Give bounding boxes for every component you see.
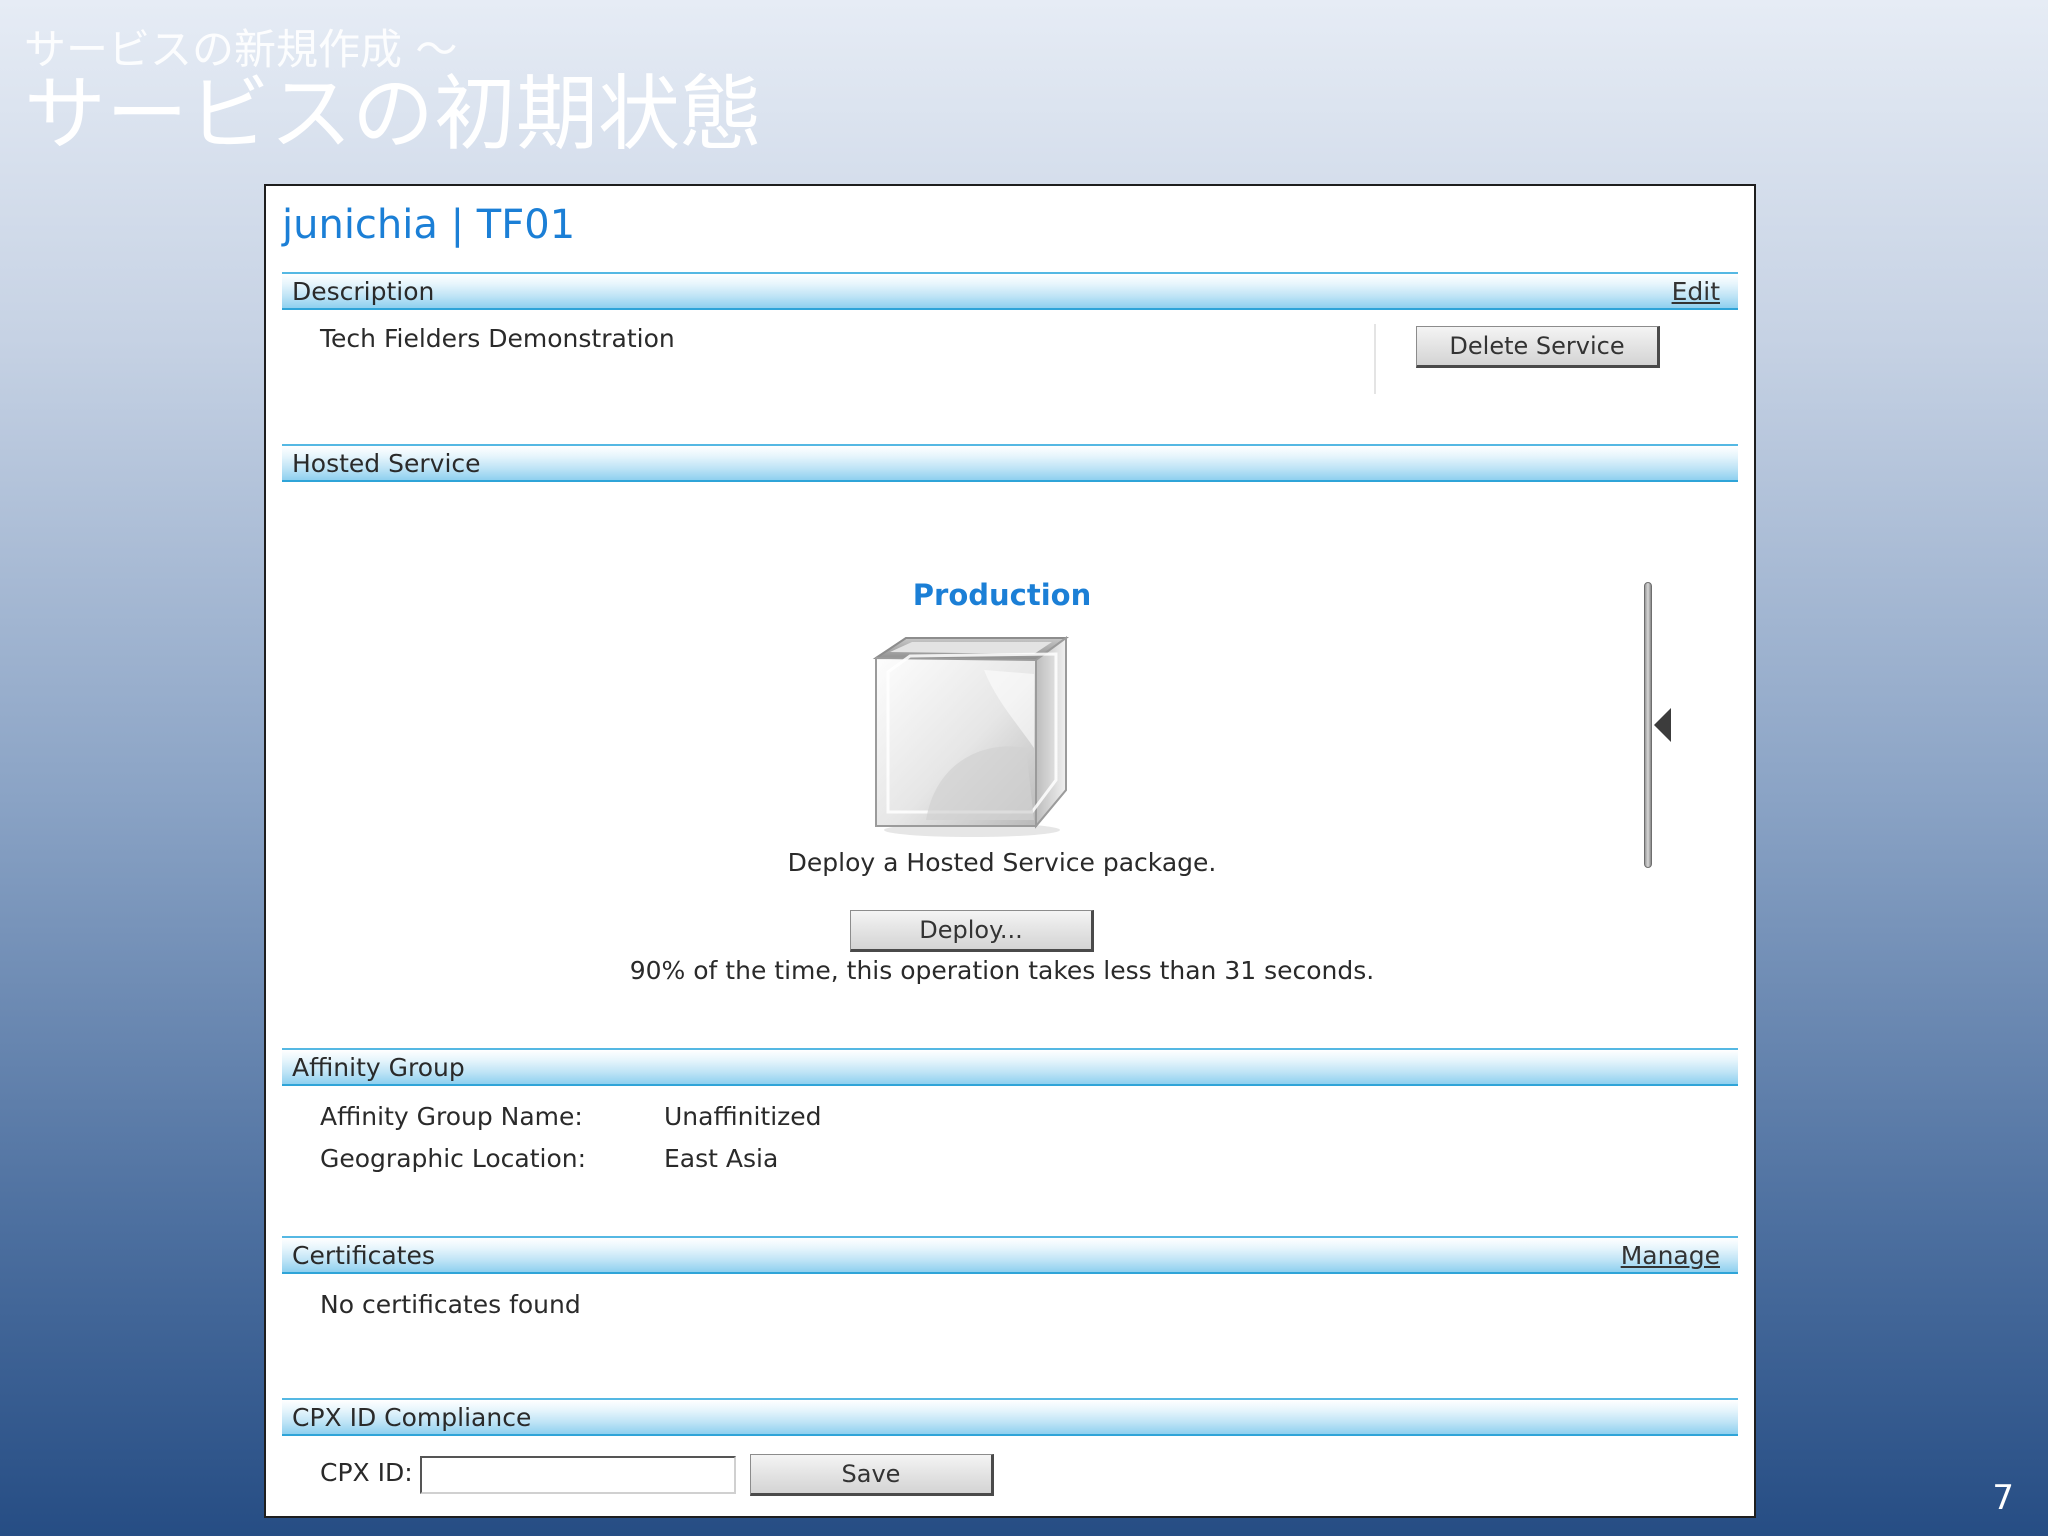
affinity-group-header: Affinity Group <box>282 1048 1738 1086</box>
geographic-location-label: Geographic Location: <box>320 1144 587 1173</box>
hosted-service-header: Hosted Service <box>282 444 1738 482</box>
left-arrow-icon[interactable] <box>1654 708 1671 742</box>
section-label-certificates: Certificates <box>292 1241 435 1270</box>
service-title: junichia | TF01 <box>282 202 576 248</box>
cube-icon <box>872 636 1070 837</box>
cpx-id-input[interactable] <box>420 1456 736 1494</box>
cpx-id-label: CPX ID: <box>320 1458 413 1487</box>
delete-service-button[interactable]: Delete Service <box>1416 326 1660 368</box>
service-panel: junichia | TF01 Description Edit Tech Fi… <box>264 184 1756 1518</box>
certificates-empty-text: No certificates found <box>320 1290 581 1319</box>
deploy-timing-note: 90% of the time, this operation takes le… <box>629 956 1375 985</box>
environment-label: Production <box>912 578 1092 612</box>
slide-title: サービスの初期状態 <box>24 67 763 162</box>
slide-page-number: 7 <box>1992 1478 2014 1518</box>
section-label-description: Description <box>292 277 435 306</box>
manage-certificates-link[interactable]: Manage <box>1621 1241 1720 1270</box>
section-label-hosted-service: Hosted Service <box>292 449 481 478</box>
section-label-affinity-group: Affinity Group <box>292 1053 465 1082</box>
description-text: Tech Fielders Demonstration <box>320 324 675 353</box>
section-label-cpx: CPX ID Compliance <box>292 1403 532 1432</box>
deploy-prompt: Deploy a Hosted Service package. <box>787 848 1217 877</box>
deploy-button[interactable]: Deploy... <box>850 910 1094 952</box>
description-divider <box>1374 324 1376 394</box>
geographic-location-value: East Asia <box>664 1144 779 1173</box>
certificates-header: Certificates Manage <box>282 1236 1738 1274</box>
cpx-compliance-header: CPX ID Compliance <box>282 1398 1738 1436</box>
edit-description-link[interactable]: Edit <box>1672 277 1720 306</box>
affinity-group-name-label: Affinity Group Name: <box>320 1102 583 1131</box>
save-button[interactable]: Save <box>750 1454 994 1496</box>
affinity-group-name-value: Unaffinitized <box>664 1102 822 1131</box>
description-header: Description Edit <box>282 272 1738 310</box>
environment-scroll-track[interactable] <box>1644 582 1652 868</box>
